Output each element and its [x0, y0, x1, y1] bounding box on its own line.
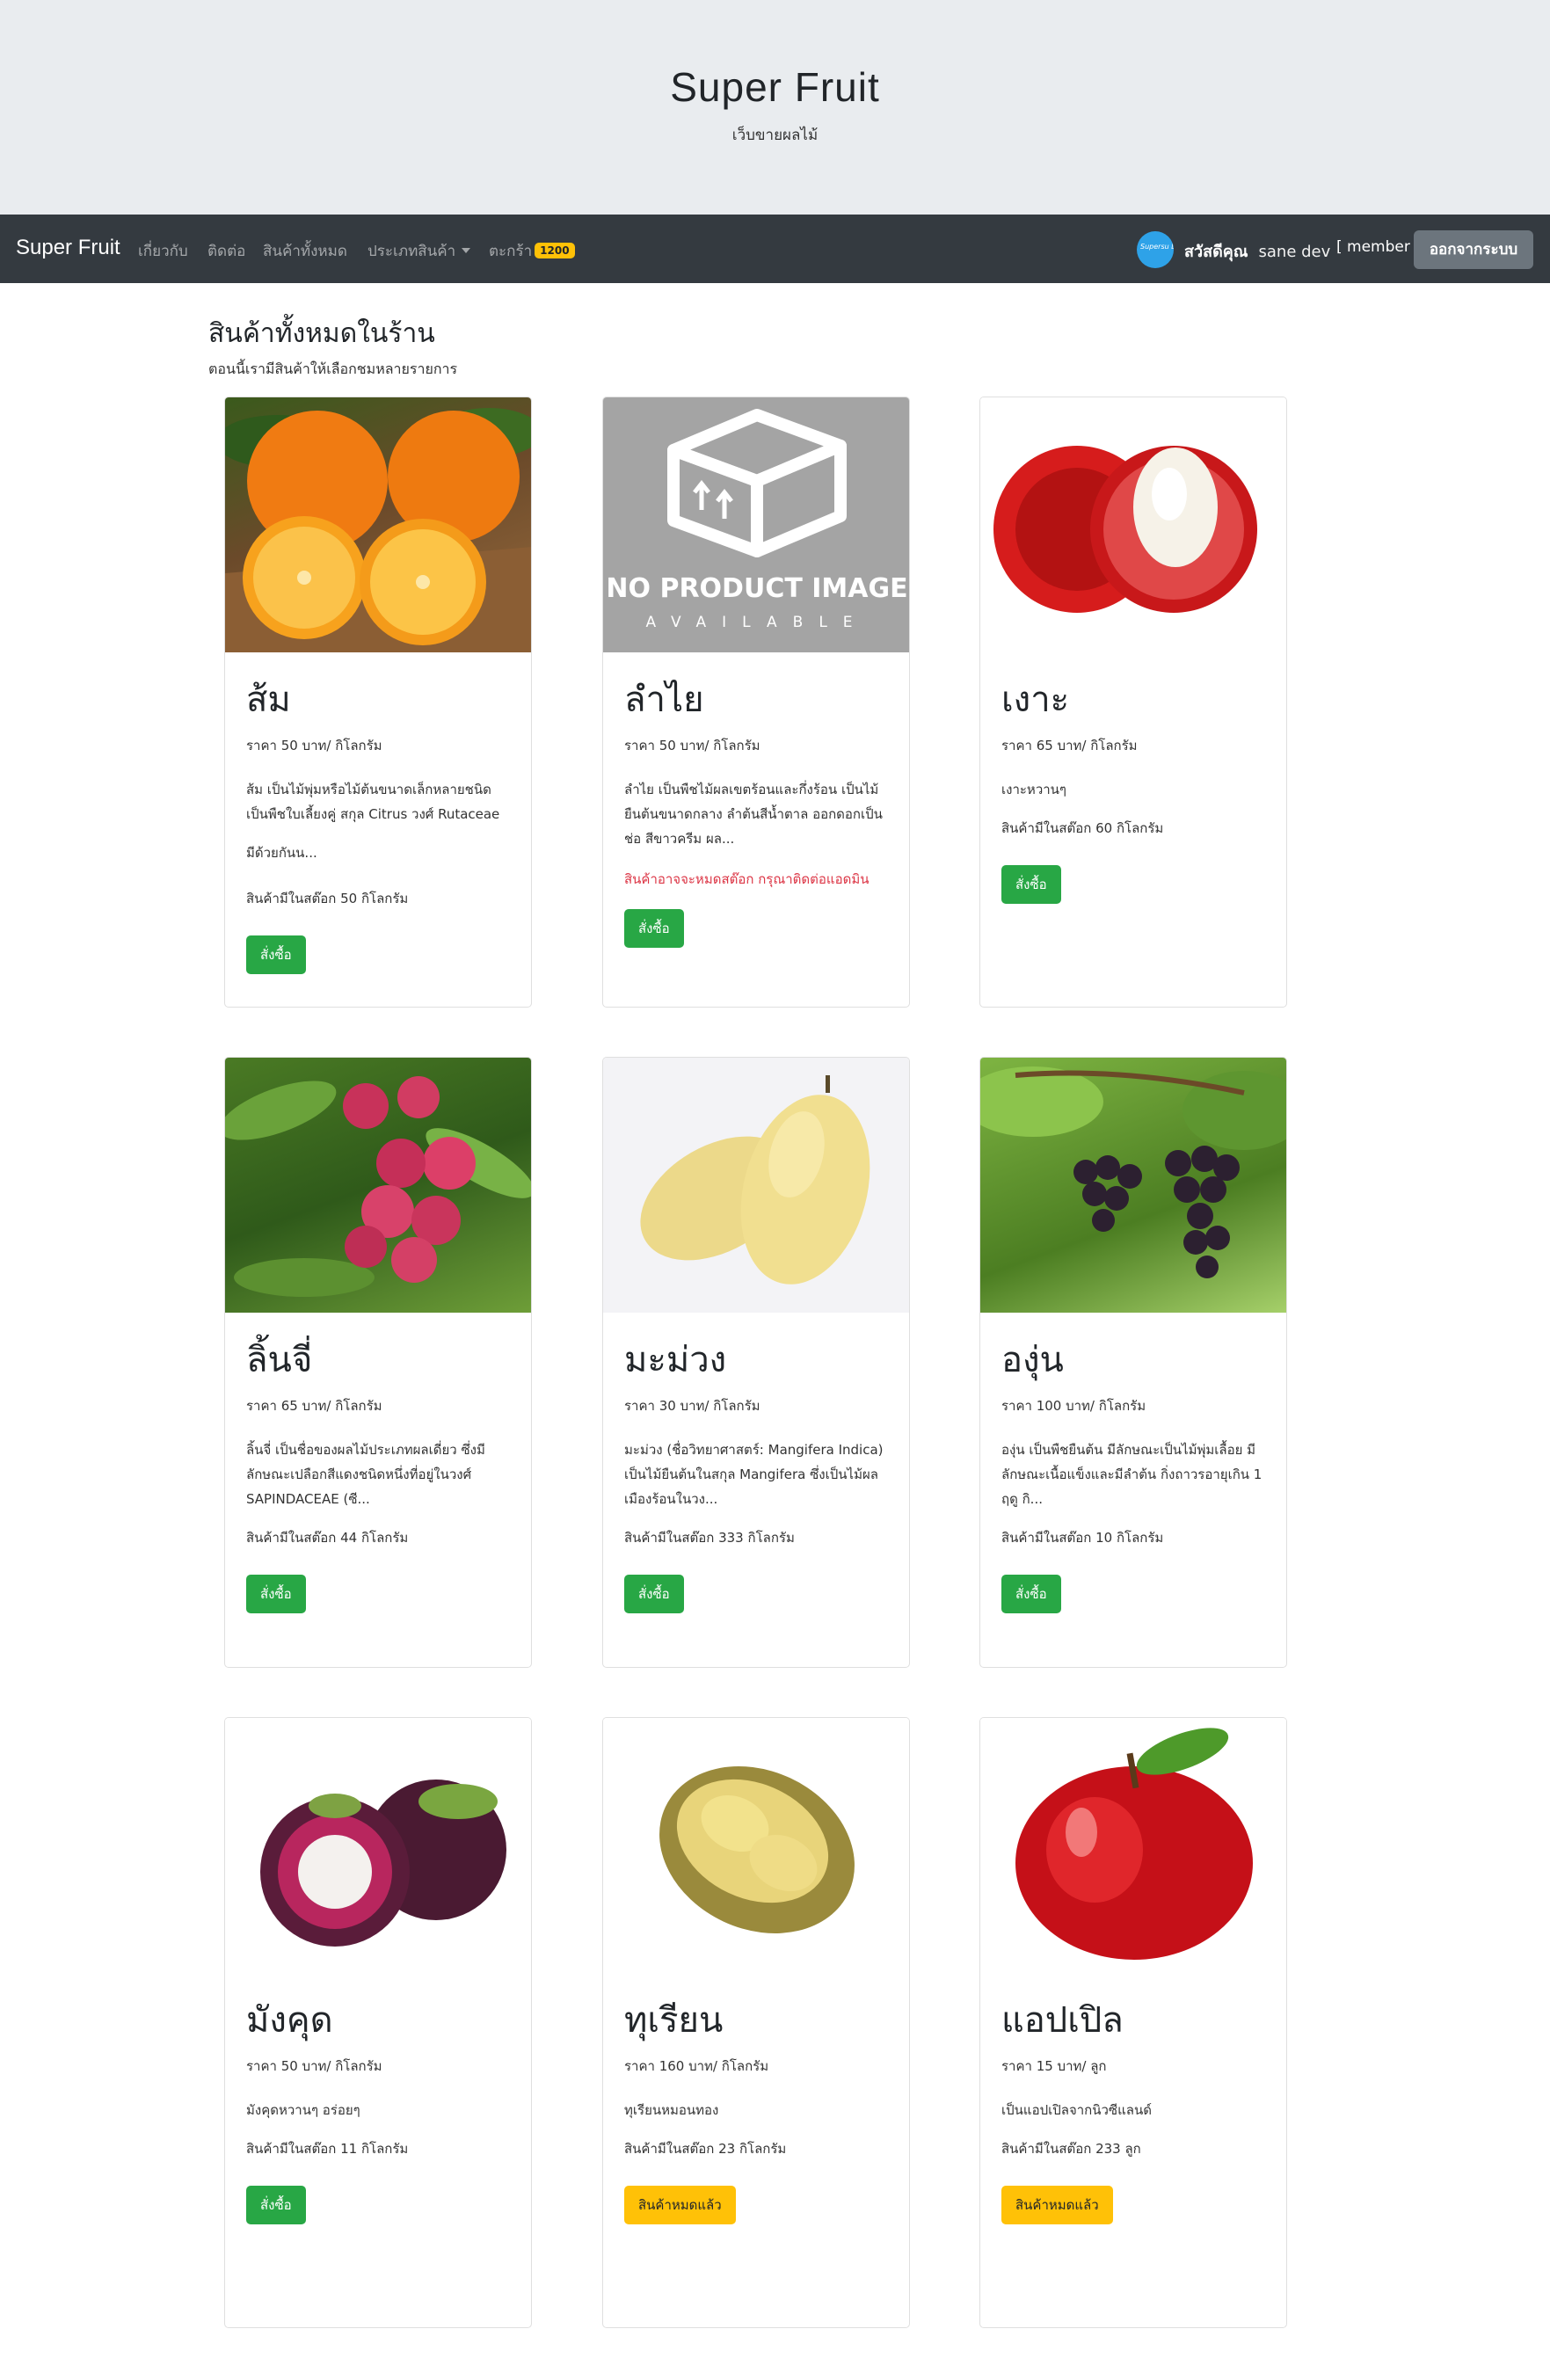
product-description-extra: มีด้วยกันน...: [246, 845, 317, 861]
out-of-stock-button[interactable]: สินค้าหมดแล้ว: [624, 2186, 736, 2224]
product-description: องุ่น เป็นพืชยืนต้น มีลักษณะเป็นไม้พุ่มเ…: [1001, 1442, 1263, 1507]
no-image-title: NO PRODUCT IMAGE: [606, 573, 908, 604]
site-subtitle: เว็บขายผลไม้: [731, 127, 819, 144]
user-name: sane dev: [1258, 243, 1331, 261]
section-title: สินค้าทั้งหมดในร้าน: [208, 318, 435, 349]
product-card-body: ทุเรียน ราคา 160 บาท/ กิโลกรัม ทุเรียนหม…: [624, 1998, 891, 2224]
order-button[interactable]: สั่งซื้อ: [246, 2186, 306, 2224]
product-stock: สินค้ามีในสต๊อก 50 กิโลกรัม: [246, 891, 409, 906]
chevron-down-icon: [462, 248, 471, 253]
product-card-orange: ส้ม ราคา 50 บาท/ กิโลกรัม ส้ม เป็นไม้พุ่…: [224, 397, 532, 1008]
product-description: เป็นแอปเปิลจากนิวซีแลนด์: [1001, 2102, 1152, 2118]
user-role: [ member ]: [1336, 238, 1421, 256]
product-price: ราคา 15 บาท/ ลูก: [1001, 2058, 1107, 2074]
product-name: ทุเรียน: [624, 2000, 724, 2041]
product-card-lychee: ลิ้นจี่ ราคา 65 บาท/ กิโลกรัม ลิ้นจี่ เป…: [224, 1057, 532, 1668]
product-card-body: มะม่วง ราคา 30 บาท/ กิโลกรัม มะม่วง (ชื่…: [624, 1337, 891, 1613]
product-image-placeholder[interactable]: NO PRODUCT IMAGE AVAILABLE: [603, 397, 909, 652]
product-name: เงาะ: [1001, 680, 1070, 720]
order-button[interactable]: สั่งซื้อ: [246, 1575, 306, 1613]
stock-warning: สินค้าอาจจะหมดสต๊อก กรุณาติดต่อแอดมิน: [624, 871, 870, 887]
product-image-apple[interactable]: [980, 1718, 1286, 1973]
product-card-body: มังคุด ราคา 50 บาท/ กิโลกรัม มังคุดหวานๆ…: [246, 1998, 513, 2224]
section-subtitle: ตอนนี้เรามีสินค้าให้เลือกชมหลายรายการ: [208, 360, 458, 377]
order-button[interactable]: สั่งซื้อ: [624, 1575, 684, 1613]
product-price: ราคา 50 บาท/ กิโลกรัม: [246, 738, 382, 753]
product-name: ลิ้นจี่: [246, 1340, 313, 1380]
product-card-durian: ทุเรียน ราคา 160 บาท/ กิโลกรัม ทุเรียนหม…: [602, 1717, 910, 2328]
product-price: ราคา 100 บาท/ กิโลกรัม: [1001, 1398, 1146, 1414]
product-name: มังคุด: [246, 2000, 333, 2041]
order-button[interactable]: สั่งซื้อ: [624, 909, 684, 948]
site-title: Super Fruit: [670, 64, 880, 110]
product-description: ส้ม เป็นไม้พุ่มหรือไม้ต้นขนาดเล็กหลายชนิ…: [246, 782, 500, 822]
product-name: แอปเปิล: [1001, 2000, 1124, 2041]
jumbotron: Super Fruit เว็บขายผลไม้: [0, 0, 1550, 215]
product-card-grape: องุ่น ราคา 100 บาท/ กิโลกรัม องุ่น เป็นพ…: [979, 1057, 1287, 1668]
nav-all-products[interactable]: สินค้าทั้งหมด: [263, 239, 347, 263]
product-card-body: ลิ้นจี่ ราคา 65 บาท/ กิโลกรัม ลิ้นจี่ เป…: [246, 1337, 513, 1613]
product-name: องุ่น: [1001, 1340, 1064, 1380]
product-card-rambutan: เงาะ ราคา 65 บาท/ กิโลกรัม เงาะหวานๆ สิน…: [979, 397, 1287, 1008]
product-card-body: แอปเปิล ราคา 15 บาท/ ลูก เป็นแอปเปิลจากน…: [1001, 1998, 1269, 2224]
product-image-durian[interactable]: [603, 1718, 909, 1973]
product-stock: สินค้ามีในสต๊อก 23 กิโลกรัม: [624, 2141, 787, 2157]
nav-cart[interactable]: ตะกร้า 1200: [489, 239, 575, 263]
product-description: มะม่วง (ชื่อวิทยาศาสตร์: Mangifera Indic…: [624, 1442, 884, 1507]
product-description: ลำไย เป็นพืชไม้ผลเขตร้อนและกึ่งร้อน เป็น…: [624, 782, 883, 847]
product-description: มังคุดหวานๆ อร่อยๆ: [246, 2102, 360, 2118]
product-stock: สินค้ามีในสต๊อก 60 กิโลกรัม: [1001, 820, 1164, 836]
nav-contact[interactable]: ติดต่อ: [207, 239, 245, 263]
order-button[interactable]: สั่งซื้อ: [246, 935, 306, 974]
product-image-rambutan[interactable]: [980, 397, 1286, 652]
navbar-brand[interactable]: Super Fruit: [16, 236, 120, 260]
product-card-longan: NO PRODUCT IMAGE AVAILABLE ลำไย ราคา 50 …: [602, 397, 910, 1008]
product-name: ส้ม: [246, 680, 291, 720]
product-description: ทุเรียนหมอนทอง: [624, 2102, 719, 2118]
product-image-grape[interactable]: [980, 1058, 1286, 1313]
product-price: ราคา 50 บาท/ กิโลกรัม: [246, 2058, 382, 2074]
product-price: ราคา 65 บาท/ กิโลกรัม: [1001, 738, 1138, 753]
product-card-mangosteen: มังคุด ราคา 50 บาท/ กิโลกรัม มังคุดหวานๆ…: [224, 1717, 532, 2328]
order-button[interactable]: สั่งซื้อ: [1001, 1575, 1061, 1613]
product-image-mango[interactable]: [603, 1058, 909, 1313]
product-stock: สินค้ามีในสต๊อก 10 กิโลกรัม: [1001, 1530, 1164, 1546]
product-name: ลำไย: [624, 680, 704, 720]
product-price: ราคา 50 บาท/ กิโลกรัม: [624, 738, 760, 753]
product-image-lychee[interactable]: [225, 1058, 531, 1313]
nav-cart-label: ตะกร้า: [489, 243, 533, 260]
nav-category-dropdown[interactable]: ประเภทสินค้า: [367, 239, 471, 263]
product-name: มะม่วง: [624, 1340, 727, 1380]
product-price: ราคา 65 บาท/ กิโลกรัม: [246, 1398, 382, 1414]
product-card-mango: มะม่วง ราคา 30 บาท/ กิโลกรัม มะม่วง (ชื่…: [602, 1057, 910, 1668]
avatar[interactable]: Supersu Dev: [1137, 231, 1174, 268]
product-price: ราคา 160 บาท/ กิโลกรัม: [624, 2058, 769, 2074]
product-stock: สินค้ามีในสต๊อก 44 กิโลกรัม: [246, 1530, 409, 1546]
product-card-body: องุ่น ราคา 100 บาท/ กิโลกรัม องุ่น เป็นพ…: [1001, 1337, 1269, 1613]
user-greeting: สวัสดีคุณ sane dev: [1184, 243, 1331, 261]
product-card-body: เงาะ ราคา 65 บาท/ กิโลกรัม เงาะหวานๆ สิน…: [1001, 677, 1269, 904]
product-stock: สินค้ามีในสต๊อก 11 กิโลกรัม: [246, 2141, 409, 2157]
product-stock: สินค้ามีในสต๊อก 333 กิโลกรัม: [624, 1530, 795, 1546]
product-price: ราคา 30 บาท/ กิโลกรัม: [624, 1398, 760, 1414]
product-image-mangosteen[interactable]: [225, 1718, 531, 1973]
product-stock: สินค้ามีในสต๊อก 233 ลูก: [1001, 2141, 1141, 2157]
product-image-orange[interactable]: [225, 397, 531, 652]
product-description: เงาะหวานๆ: [1001, 782, 1066, 797]
product-card-body: ส้ม ราคา 50 บาท/ กิโลกรัม ส้ม เป็นไม้พุ่…: [246, 677, 513, 974]
product-description: ลิ้นจี่ เป็นชื่อของผลไม้ประเภทผลเดี่ยว ซ…: [246, 1442, 485, 1507]
nav-about[interactable]: เกี่ยวกับ: [138, 239, 188, 263]
out-of-stock-button[interactable]: สินค้าหมดแล้ว: [1001, 2186, 1113, 2224]
nav-category-label: ประเภทสินค้า: [367, 243, 456, 260]
cart-count-badge: 1200: [535, 243, 575, 258]
product-card-body: ลำไย ราคา 50 บาท/ กิโลกรัม ลำไย เป็นพืชไ…: [624, 677, 891, 948]
order-button[interactable]: สั่งซื้อ: [1001, 865, 1061, 904]
no-image-subtitle: AVAILABLE: [645, 614, 869, 631]
product-card-apple: แอปเปิล ราคา 15 บาท/ ลูก เป็นแอปเปิลจากน…: [979, 1717, 1287, 2328]
logout-button[interactable]: ออกจากระบบ: [1414, 230, 1533, 269]
